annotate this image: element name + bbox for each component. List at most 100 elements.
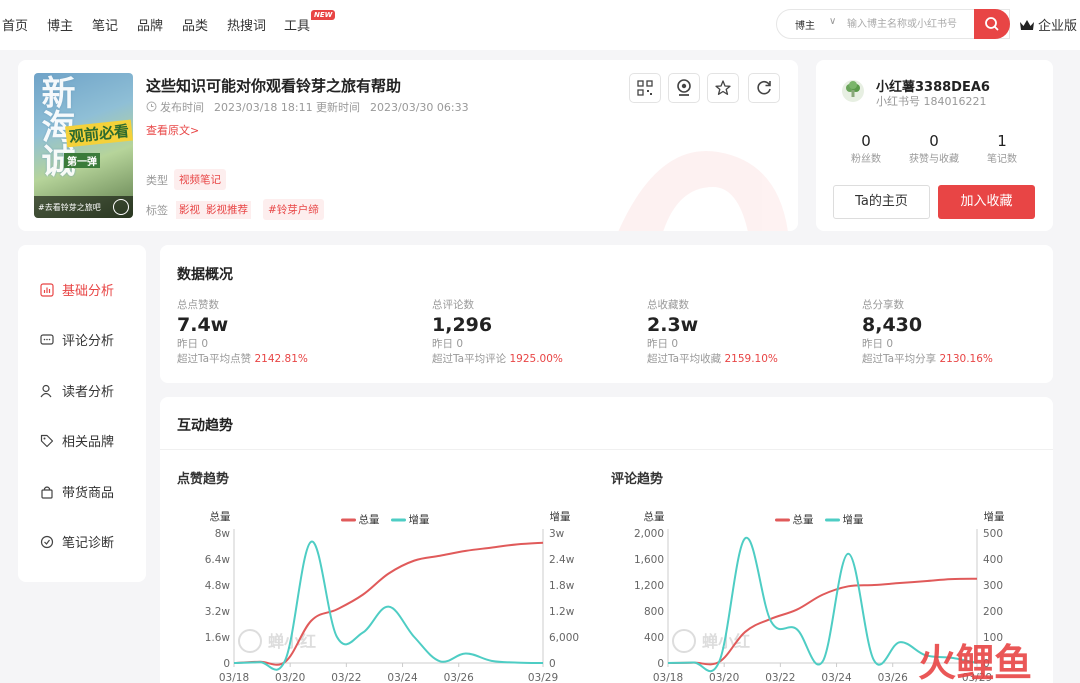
- add-favorite-button[interactable]: 加入收藏: [938, 185, 1035, 219]
- x-tick-label: 03/24: [387, 672, 418, 683]
- monitor-button[interactable]: [668, 73, 700, 103]
- update-label: 更新时间: [316, 101, 360, 114]
- y-left-tick-label: 2,000: [634, 528, 664, 540]
- nav-bloggers[interactable]: 博主: [47, 15, 73, 34]
- nav-categories[interactable]: 品类: [182, 15, 208, 34]
- overview-label: 总分享数: [862, 299, 904, 311]
- nav-notes[interactable]: 笔记: [92, 15, 118, 34]
- legend-label-incr: 增量: [843, 513, 864, 526]
- y-left-tick-label: 0: [657, 658, 664, 670]
- overview-pct: 2130.16%: [939, 353, 993, 365]
- sidebar-item-basic-analysis[interactable]: 基础分析: [40, 280, 114, 299]
- avatar[interactable]: [842, 80, 864, 102]
- overview-compare: 超过Ta平均点赞 2142.81%: [177, 352, 308, 367]
- qrcode-button[interactable]: [629, 73, 661, 103]
- type-pill: 视频笔记: [174, 169, 226, 190]
- author-card: 小红薯3388DEA6 小红书号 184016221 0 粉丝数 0 获赞与收藏…: [816, 60, 1053, 231]
- sidebar-label: 笔记诊断: [62, 536, 115, 551]
- refresh-icon: [757, 80, 771, 95]
- overview-label: 总收藏数: [647, 299, 689, 311]
- sidebar-label: 读者分析: [62, 385, 115, 400]
- sidebar-item-reader-analysis[interactable]: 读者分析: [40, 381, 114, 400]
- overview-yesterday: 昨日 0: [432, 338, 464, 350]
- overview-item-comments: 总评论数 1,296 昨日 0 超过Ta平均评论 1925.00%: [432, 297, 563, 367]
- sidebar-item-comment-analysis[interactable]: 评论分析: [40, 330, 114, 349]
- y-right-tick-label: 3w: [549, 528, 565, 540]
- overview-compare: 超过Ta平均收藏 2159.10%: [647, 352, 778, 367]
- y-right-tick-label: 500: [983, 528, 1003, 540]
- view-original-link[interactable]: 查看原文>: [146, 122, 199, 138]
- publish-label: 发布时间: [160, 101, 204, 114]
- search-input[interactable]: [847, 15, 971, 33]
- overview-compare-label: 超过Ta平均点赞: [177, 353, 252, 365]
- enterprise-label: 企业版: [1038, 19, 1078, 34]
- likes-trend-title: 点赞趋势: [177, 472, 230, 487]
- sidebar-item-diagnosis[interactable]: 笔记诊断: [40, 532, 114, 551]
- search-button[interactable]: [974, 9, 1010, 39]
- author-id-label: 小红书号: [876, 95, 920, 108]
- search-icon: [985, 17, 999, 31]
- search-type-select[interactable]: 博主: [795, 17, 815, 32]
- author-home-button[interactable]: Ta的主页: [833, 185, 930, 219]
- divider: [160, 449, 1053, 450]
- comment-icon: [40, 334, 54, 345]
- zoom-icon[interactable]: [113, 199, 129, 215]
- overview-value: 8,430: [862, 314, 923, 336]
- notes-label: 笔记数: [987, 154, 1017, 165]
- y-right-tick-label: 200: [983, 606, 1003, 618]
- x-tick-label: 03/26: [444, 672, 475, 683]
- nav-brands[interactable]: 品牌: [137, 15, 163, 34]
- tag-3[interactable]: #铃芽户缔: [263, 199, 324, 220]
- refresh-button[interactable]: [748, 73, 780, 103]
- corner-brand-logo: 火鲤鱼: [918, 641, 1032, 683]
- y-right-axis-title: 增量: [550, 510, 571, 523]
- enterprise-link[interactable]: 企业版: [1019, 15, 1077, 34]
- y-right-tick-label: 0: [549, 658, 556, 670]
- publish-value: 2023/03/18 18:11: [214, 101, 313, 114]
- tags-label: 标签: [146, 204, 168, 217]
- new-badge: NEW: [311, 10, 336, 20]
- crown-icon: [1020, 20, 1034, 30]
- analysis-sidebar: 基础分析 评论分析 读者分析 相关品牌 带货商品 笔记诊断: [18, 245, 146, 582]
- bar-chart-icon: [40, 283, 54, 297]
- overview-compare: 超过Ta平均评论 1925.00%: [432, 352, 563, 367]
- camera-icon: [677, 79, 691, 96]
- tag-2[interactable]: 影视推荐: [203, 201, 251, 219]
- overview-compare-label: 超过Ta平均评论: [432, 353, 507, 365]
- overview-value: 1,296: [432, 314, 493, 336]
- bag-icon: [41, 486, 53, 499]
- note-cover-image[interactable]: 新海诚 观前必看 第一弹 #去看铃芽之旅吧: [34, 73, 133, 218]
- overview-value: 2.3w: [647, 314, 699, 336]
- trend-title: 互动趋势: [177, 418, 233, 434]
- nav-tools[interactable]: 工具: [284, 15, 310, 34]
- overview-pct: 2142.81%: [254, 353, 308, 365]
- y-left-axis-title: 总量: [210, 510, 231, 523]
- x-tick-label: 03/18: [653, 672, 683, 683]
- nav-hot-search[interactable]: 热搜词: [227, 15, 266, 34]
- overview-yesterday: 昨日 0: [177, 338, 209, 350]
- sidebar-item-related-brands[interactable]: 相关品牌: [40, 431, 114, 450]
- overview-compare: 超过Ta平均分享 2130.16%: [862, 352, 993, 367]
- watermark-logo-icon: [618, 151, 788, 231]
- star-button[interactable]: [707, 73, 739, 103]
- sidebar-label: 基础分析: [62, 284, 115, 299]
- sidebar-label: 相关品牌: [62, 435, 115, 450]
- y-right-tick-label: 300: [983, 580, 1003, 592]
- sidebar-label: 评论分析: [62, 334, 115, 349]
- tag-1[interactable]: 影视: [176, 201, 203, 219]
- overview-pct: 2159.10%: [724, 353, 778, 365]
- chevron-down-icon[interactable]: ∨: [829, 16, 836, 27]
- star-icon: [715, 80, 731, 95]
- overview-compare-label: 超过Ta平均收藏: [647, 353, 722, 365]
- overview-label: 总点赞数: [177, 299, 219, 311]
- sidebar-item-products[interactable]: 带货商品: [40, 482, 114, 501]
- x-tick-label: 03/22: [765, 672, 795, 683]
- overview-compare-label: 超过Ta平均分享: [862, 353, 937, 365]
- diagnosis-icon: [40, 535, 54, 549]
- update-time: 更新时间 2023/03/30 06:33: [316, 99, 469, 115]
- overview-item-collects: 总收藏数 2.3w 昨日 0 超过Ta平均收藏 2159.10%: [647, 297, 778, 367]
- nav-home[interactable]: 首页: [2, 15, 28, 34]
- y-right-tick-label: 2.4w: [549, 554, 575, 566]
- likes-trend-chart[interactable]: 总量 增量 总量 增量 0 0 1.6w 6,000 3.2w 1.2w 4.8w 1.8w 6.4w 2…: [160, 502, 600, 683]
- y-left-tick-label: 800: [644, 606, 664, 618]
